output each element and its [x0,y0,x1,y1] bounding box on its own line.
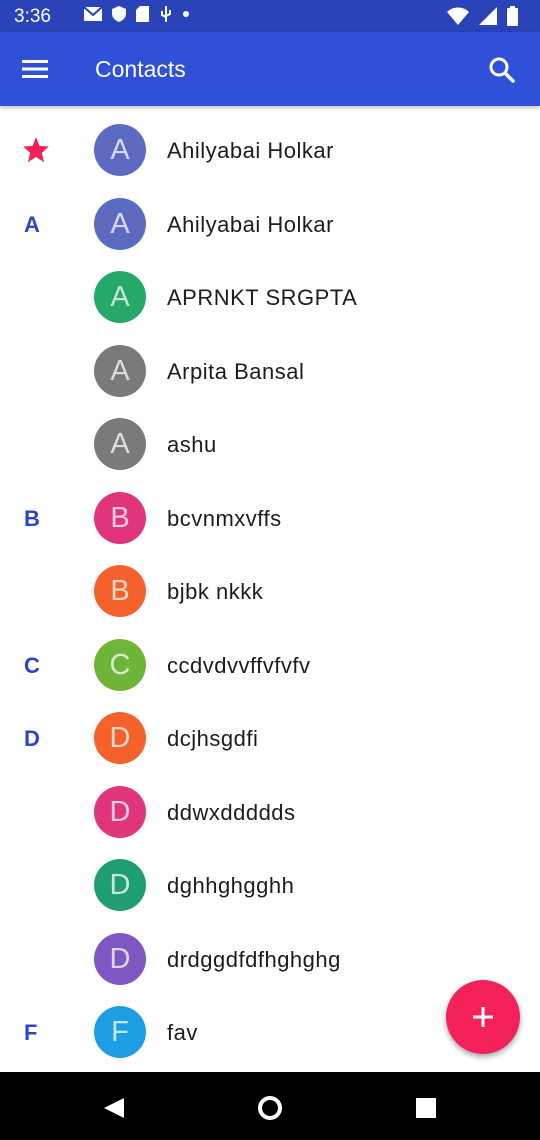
wifi-icon [447,7,469,25]
avatar: C [94,638,146,691]
star-icon [23,137,49,163]
recents-icon[interactable] [414,1096,438,1120]
contact-row[interactable]: D Ddcjhsgdfi [0,702,540,776]
contact-name: drdggdfdfhghghg [167,946,341,972]
home-icon[interactable] [256,1094,284,1122]
section-letter: C [24,652,40,678]
section-letter: B [24,505,40,531]
contact-row[interactable]: A A Ahilyabai Holkar [0,188,540,262]
contact-row[interactable]: A Arpita Bansal [0,335,540,409]
avatar: D [94,785,146,838]
back-icon[interactable] [100,1094,128,1122]
system-icons [447,6,518,26]
contact-row[interactable]: Bbjbk nkkk [0,555,540,629]
contact-row[interactable]: A Ahilyabai Holkar [0,114,540,188]
section-letter: D [24,726,40,751]
status-bar: 3:36 [0,0,540,32]
contact-row[interactable]: Aashu [0,408,540,482]
shield-icon [112,6,126,22]
contact-list[interactable]: A Ahilyabai Holkar A A Ahilyabai Holkar A APRN… [0,106,540,1072]
contact-name: dcjhsgdfi [167,726,259,751]
contact-name: Ahilyabai Holkar [167,211,334,237]
avatar: A [94,124,146,176]
avatar: D [94,932,146,985]
contact-name: Ahilyabai Holkar [167,138,334,163]
avatar: A [94,418,146,470]
contact-name: fav [167,1020,198,1045]
dot-icon [183,11,189,17]
navigation-bar [0,1072,540,1140]
notification-icons [84,6,189,22]
avatar: B [94,491,146,544]
avatar: A [94,344,146,397]
contact-row[interactable]: Dddwxddddds [0,776,540,850]
contact-row[interactable]: B Bbcvnmxvffs [0,482,540,556]
search-icon[interactable] [488,56,516,84]
contact-name: bcvnmxvffs [167,505,282,531]
avatar: D [94,859,146,911]
avatar: A [94,271,146,323]
contact-name: APRNKT SRGPTA [167,285,358,310]
app-bar: Contacts [0,32,540,106]
contact-row[interactable]: C Cccdvdvvffvfvfv [0,629,540,703]
section-letter: F [24,1020,38,1045]
section-letter: A [24,211,40,237]
status-time: 3:36 [14,6,51,27]
usb-icon [161,6,171,22]
avatar: A [94,197,146,250]
sd-card-icon [136,6,149,22]
plus-icon [473,1007,493,1027]
contact-name: ashu [167,432,217,457]
hamburger-menu-icon[interactable] [20,56,50,82]
avatar: B [94,565,146,617]
page-title: Contacts [95,56,186,82]
contact-row[interactable]: Ddghhghgghh [0,849,540,923]
avatar: F [94,1006,146,1058]
contact-row[interactable]: A APRNKT SRGPTA [0,261,540,335]
contact-name: bjbk nkkk [167,579,264,604]
contact-row[interactable]: Ddrdggdfdfhghghg [0,923,540,997]
contact-name: ddwxddddds [167,799,296,825]
add-contact-button[interactable] [446,980,520,1054]
gmail-icon [84,7,102,21]
avatar: D [94,712,146,764]
signal-icon [479,7,497,25]
contact-name: ccdvdvvffvfvfv [167,652,311,678]
battery-icon [507,6,518,26]
contact-name: Arpita Bansal [167,358,305,384]
contact-name: dghhghgghh [167,873,295,898]
